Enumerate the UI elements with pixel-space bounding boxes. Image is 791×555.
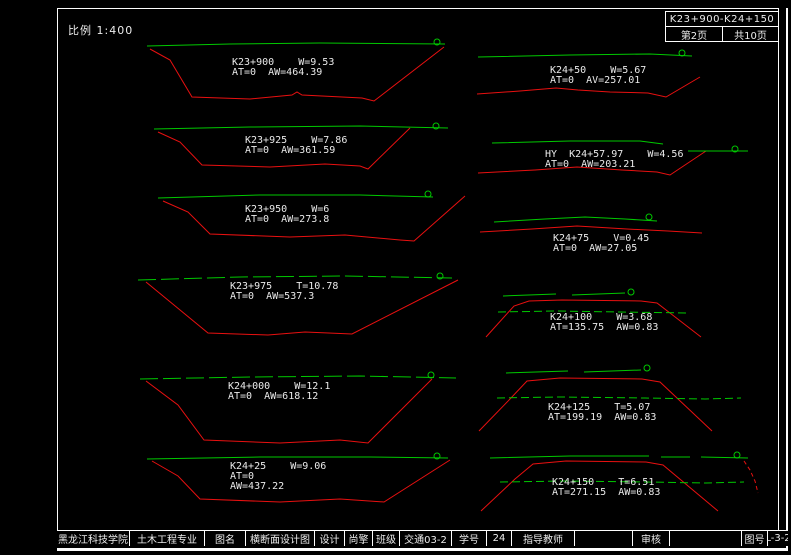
page-info-box: K23+900-K24+150 第2页 共10页 <box>665 11 779 42</box>
titlebar-cell-review-val <box>670 531 742 546</box>
ground-line <box>572 293 625 295</box>
titlebar-cell-major: 土木工程专业 <box>130 531 205 546</box>
ground-line <box>147 43 445 46</box>
titlebar-cell-advisor-key: 指导教师 <box>512 531 575 546</box>
ground-line <box>158 195 433 198</box>
design-line <box>146 379 432 443</box>
titlebar-cell-class-key: 班级 <box>373 531 400 546</box>
titlebar-cell-advisor-val <box>575 531 633 546</box>
design-line <box>478 151 706 175</box>
ground-line <box>478 54 692 57</box>
titlebar-cell-design-val: 尚擎 <box>345 531 373 546</box>
cross-sections-canvas <box>0 0 791 555</box>
titlebar-cell-studentid-val: 24 <box>487 531 512 546</box>
ground-line <box>138 276 452 280</box>
design-line <box>146 280 458 335</box>
design-line <box>481 461 718 511</box>
design-line <box>152 460 450 502</box>
titlebar-cell-school: 黑龙江科技学院 <box>57 531 130 546</box>
ground-line <box>154 126 448 129</box>
titlebar-cell-figno-key: 图号 <box>742 531 768 546</box>
design-line <box>477 77 700 97</box>
scale-label: 比例 1:400 <box>68 22 133 38</box>
station-range: K23+900-K24+150 <box>666 12 778 27</box>
design-line <box>480 226 702 233</box>
titlebar-cell-figname-val: 横断面设计图 <box>246 531 315 546</box>
titlebar-cell-studentid-key: 学号 <box>452 531 487 546</box>
ground-line <box>490 456 649 458</box>
title-bar: 黑龙江科技学院 土木工程专业 图名 横断面设计图 设计 尚擎 班级 交通03-2… <box>57 530 788 546</box>
titlebar-cell-review-key: 审核 <box>633 531 670 546</box>
titlebar-cell-class-val: 交通03-2 <box>400 531 452 546</box>
page-total: 共10页 <box>723 27 778 42</box>
design-line <box>744 461 758 493</box>
ground-line <box>500 481 744 483</box>
drawing-sheet: K23+900 W=9.53AT=0 AW=464.39K23+925 W=7.… <box>0 0 791 555</box>
ground-line <box>506 371 568 373</box>
ground-line <box>498 311 690 313</box>
design-line <box>486 300 701 337</box>
design-line <box>479 378 712 431</box>
design-line <box>158 128 410 169</box>
ground-line <box>492 141 663 144</box>
ground-line <box>140 376 456 379</box>
centerline-marker-icon <box>646 214 652 220</box>
design-line <box>163 196 465 241</box>
centerline-marker-icon <box>425 191 431 197</box>
centerline-marker-icon <box>734 452 740 458</box>
page-number: 第2页 <box>666 27 723 42</box>
titlebar-cell-figno-val: L-3-2 <box>768 531 788 546</box>
ground-line <box>584 370 641 372</box>
centerline-marker-icon <box>644 365 650 371</box>
design-line <box>150 47 444 101</box>
ground-line <box>503 294 556 296</box>
ground-line <box>147 457 448 459</box>
titlebar-cell-design-key: 设计 <box>315 531 345 546</box>
centerline-marker-icon <box>628 289 634 295</box>
ground-line <box>497 397 741 399</box>
ground-line <box>701 457 748 458</box>
ground-line <box>494 217 657 222</box>
titlebar-cell-figname-key: 图名 <box>205 531 246 546</box>
